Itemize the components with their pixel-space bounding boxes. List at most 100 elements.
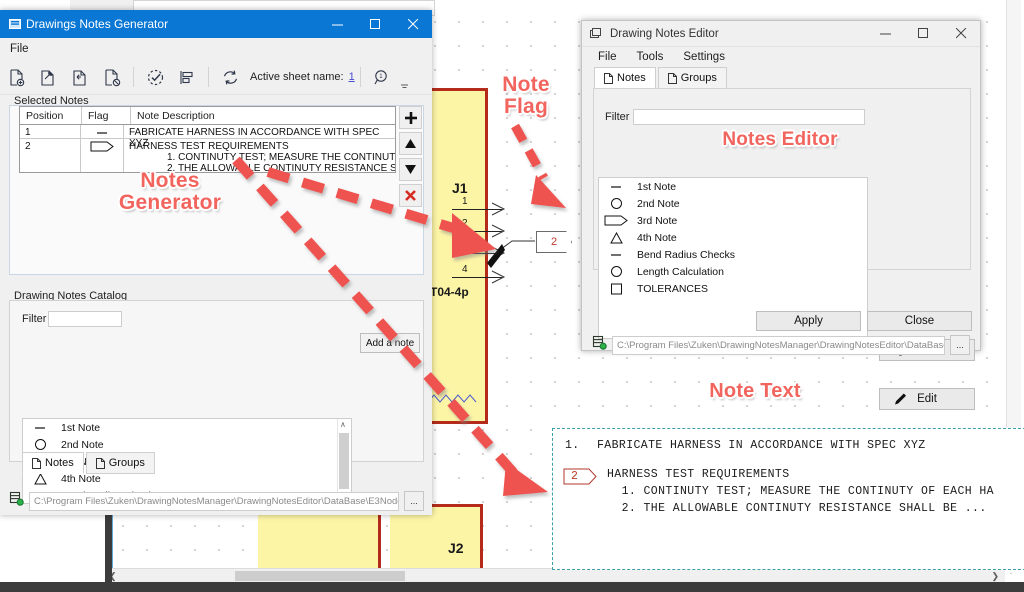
active-sheet-label: Active sheet name: [250,71,344,83]
editor-statusbar: C:\Program Files\Zuken\DrawingNotesManag… [592,335,970,355]
circle-flag-icon [23,438,57,451]
square-flag-icon [599,283,633,295]
pennant-flag-icon [599,215,633,226]
list-item[interactable]: 2nd Note [599,195,867,212]
connector-j2-label-top: J2 [448,540,464,556]
pin-number: 2 [462,218,468,229]
sheet-note-icon[interactable]: 1 [366,62,398,92]
close-icon[interactable] [394,10,432,38]
catalog-tabstrip[interactable]: Notes Groups [22,453,157,474]
canvas-hscrollbar[interactable]: ❮ ❯ [105,568,1005,583]
apply-button[interactable]: Apply [756,311,861,331]
tab-groups[interactable]: Groups [86,452,155,474]
overflow-icon[interactable] [398,61,412,94]
database-path-field[interactable]: C:\Program Files\Zuken\DrawingNotesManag… [29,492,399,511]
editor-menubar[interactable]: File Tools Settings [582,47,980,67]
add-a-note-button[interactable]: Add a note [360,333,420,353]
note-entry-text: 1. CONTINUTY TEST; MEASURE THE CONTINUTY… [607,485,994,498]
table-row[interactable]: 1 FABRICATE HARNESS IN ACCORDANCE WITH S… [20,125,395,139]
catalog-filter-input[interactable] [48,311,122,327]
database-icon [9,491,24,511]
import-note-icon[interactable] [64,62,96,92]
note-text-block[interactable]: 1. FABRICATE HARNESS IN ACCORDANCE WITH … [552,428,1024,570]
minimize-icon[interactable] [866,21,904,46]
browse-button[interactable]: ... [950,335,970,355]
drawings-notes-generator-window[interactable]: Drawings Notes Generator File [0,10,432,515]
align-icon[interactable] [171,62,203,92]
database-path-field[interactable]: C:\Program Files\Zuken\DrawingNotesManag… [612,336,945,355]
pin-line [452,277,502,278]
selected-notes-grid[interactable]: Position Flag Note Description 1 FABRICA… [19,106,396,173]
cell-position: 2 [20,139,81,173]
validate-icon[interactable] [139,62,171,92]
editor-titlebar[interactable]: Drawing Notes Editor [582,21,980,47]
hscroll-thumb[interactable] [235,571,405,581]
menu-file[interactable]: File [0,43,39,55]
scroll-thumb[interactable] [339,433,349,489]
page-icon [604,73,613,84]
note-flag-symbol[interactable]: 2 [536,231,572,253]
move-up-icon[interactable] [399,132,422,155]
close-icon[interactable] [942,21,980,46]
tab-groups[interactable]: Groups [658,67,727,89]
generator-window-buttons [318,10,432,38]
list-item[interactable]: 2nd Note [23,436,351,453]
export-note-icon[interactable] [32,62,64,92]
editor-filter-label: Filter [605,111,629,123]
maximize-icon[interactable] [356,10,394,38]
menu-tools[interactable]: Tools [627,51,674,63]
list-item-label: 3rd Note [633,215,677,227]
list-item-label: Bend Radius Checks [633,249,735,261]
menu-file[interactable]: File [588,51,627,63]
close-button[interactable]: Close [867,311,972,331]
maximize-icon[interactable] [904,21,942,46]
tab-notes[interactable]: Notes [22,452,84,474]
catalog-filter-label: Filter [22,313,46,325]
refresh-icon[interactable] [214,62,246,92]
database-icon [592,335,607,355]
list-item-label: 2nd Note [57,439,104,451]
toolbar-separator [360,67,361,87]
menu-settings[interactable]: Settings [673,51,735,63]
pencil-icon [894,393,908,406]
app-icon [590,28,602,40]
note-entry-marker: 1. [565,439,580,452]
dash-flag-icon [81,125,124,138]
add-icon[interactable] [399,106,422,129]
active-sheet-value[interactable]: 1 [349,71,355,83]
list-item-label: 2nd Note [633,198,680,210]
toolbar-separator [208,67,209,87]
list-item[interactable]: TOLERANCES [599,280,867,297]
drawing-notes-editor-window[interactable]: Drawing Notes Editor File Tools Settings… [581,20,981,351]
minimize-icon[interactable] [318,10,356,38]
delete-note-icon[interactable] [96,62,128,92]
list-item[interactable]: 3rd Note [599,212,867,229]
generator-toolbar[interactable]: Active sheet name: 1 1 [0,60,432,95]
remove-icon[interactable] [399,184,422,207]
new-note-icon[interactable] [0,62,32,92]
col-flag: Flag [82,107,131,124]
move-down-icon[interactable] [399,158,422,181]
list-item[interactable]: Bend Radius Checks [599,246,867,263]
editor-filter-input[interactable] [633,109,865,125]
connector-j1-part: T04-4p [430,285,469,299]
editor-title: Drawing Notes Editor [610,28,719,40]
edit-button[interactable]: Edit [879,388,975,410]
generator-menubar[interactable]: File [0,38,432,60]
pin-line [452,209,502,210]
connector-j1-label: J1 [452,180,468,196]
browse-button[interactable]: ... [404,491,424,511]
note-entry-marker: 2 [571,470,578,483]
list-item[interactable]: 4th Note [599,229,867,246]
list-item[interactable]: Length Calculation [599,263,867,280]
tab-notes[interactable]: Notes [594,67,656,89]
list-item-label: 4th Note [57,473,101,485]
list-item[interactable]: 1st Note [23,419,351,436]
col-description: Note Description [131,107,395,124]
list-item[interactable]: 1st Note [599,178,867,195]
editor-tabstrip[interactable]: Notes Groups [594,68,729,89]
generator-titlebar[interactable]: Drawings Notes Generator [0,10,432,38]
list-item-label: 4th Note [633,232,677,244]
table-row[interactable]: 2 HARNESS TEST REQUIREMENTS 1. CONTINUTY… [20,139,395,173]
annotation-notes-generator: Notes Generator [110,170,230,214]
